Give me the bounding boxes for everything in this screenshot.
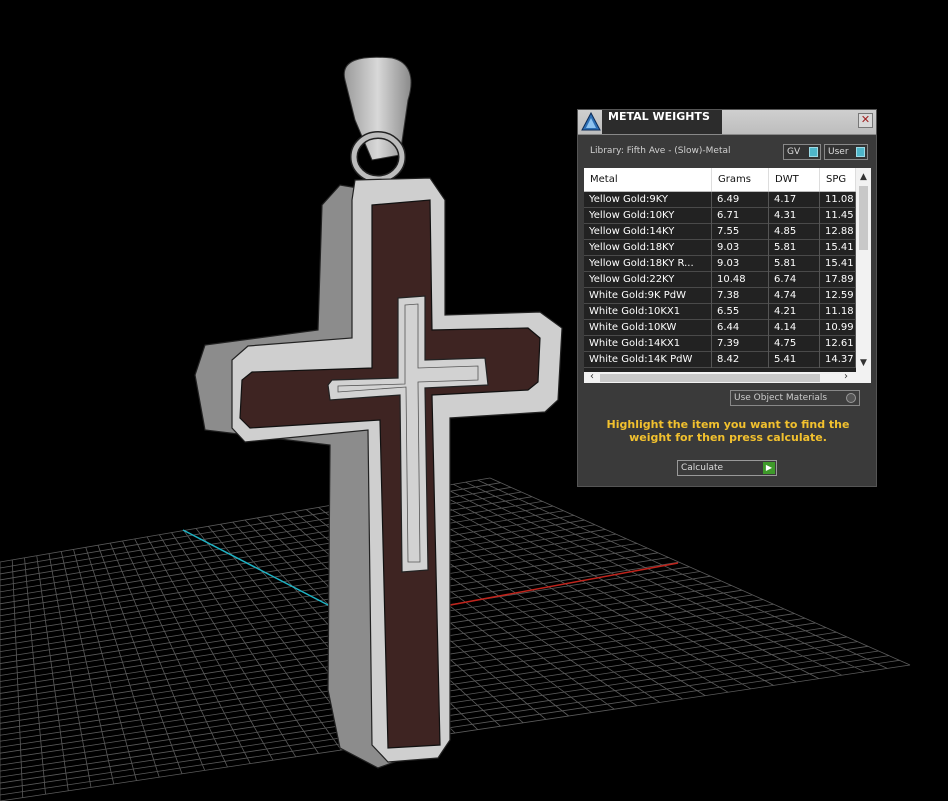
cell-grams: 8.42 bbox=[712, 352, 769, 368]
grid-line bbox=[453, 483, 842, 676]
grid-line bbox=[0, 664, 911, 801]
close-icon[interactable]: ✕ bbox=[858, 113, 873, 128]
scroll-left-icon[interactable]: ‹ bbox=[585, 371, 599, 383]
cell-grams: 7.55 bbox=[712, 224, 769, 240]
cell-dwt: 4.75 bbox=[769, 336, 820, 352]
scroll-up-icon[interactable]: ▲ bbox=[856, 170, 871, 184]
horizontal-scrollbar[interactable]: ‹ › bbox=[584, 371, 871, 383]
scroll-thumb[interactable] bbox=[600, 374, 820, 382]
cell-dwt: 5.81 bbox=[769, 256, 820, 272]
grid-line bbox=[465, 481, 865, 673]
cell-grams: 9.03 bbox=[712, 240, 769, 256]
cell-spg: 14.37 bbox=[820, 352, 856, 368]
play-icon: ▶ bbox=[763, 462, 775, 474]
list-header: Metal Grams DWT SPG bbox=[584, 168, 856, 192]
cell-spg: 17.89 bbox=[820, 272, 856, 288]
cell-metal: Yellow Gold:10KY bbox=[584, 208, 712, 224]
cell-dwt: 4.14 bbox=[769, 320, 820, 336]
cell-metal: White Gold:14KX1 bbox=[584, 336, 712, 352]
table-row[interactable]: White Gold:10KX1 6.55 4.21 11.18 bbox=[584, 304, 856, 320]
gv-toggle[interactable]: GV bbox=[783, 144, 821, 160]
toggle-switch-icon bbox=[809, 147, 818, 157]
gv-toggle-label: GV bbox=[787, 147, 801, 157]
cell-metal: White Gold:14K PdW bbox=[584, 352, 712, 368]
table-row[interactable]: Yellow Gold:22KY 10.48 6.74 17.89 bbox=[584, 272, 856, 288]
metal-weights-panel: METAL WEIGHTS ✕ Library: Fifth Ave - (Sl… bbox=[577, 109, 877, 487]
cell-grams: 7.38 bbox=[712, 288, 769, 304]
cell-spg: 15.41 bbox=[820, 256, 856, 272]
calculate-button[interactable]: Calculate ▶ bbox=[677, 460, 777, 476]
table-row[interactable]: White Gold:9K PdW 7.38 4.74 12.59 bbox=[584, 288, 856, 304]
column-header-metal[interactable]: Metal bbox=[584, 168, 712, 191]
list-rows: Yellow Gold:9KY 6.49 4.17 11.08 Yellow Gold:… bbox=[584, 192, 856, 372]
cell-grams: 9.03 bbox=[712, 256, 769, 272]
scroll-down-icon[interactable]: ▼ bbox=[856, 356, 871, 370]
cell-spg: 11.18 bbox=[820, 304, 856, 320]
cell-dwt: 4.85 bbox=[769, 224, 820, 240]
table-row[interactable]: Yellow Gold:10KY 6.71 4.31 11.45 bbox=[584, 208, 856, 224]
cell-grams: 6.71 bbox=[712, 208, 769, 224]
table-row[interactable]: White Gold:10KW 6.44 4.14 10.99 bbox=[584, 320, 856, 336]
use-object-materials-checkbox[interactable]: Use Object Materials bbox=[730, 390, 860, 406]
cell-metal: Yellow Gold:18KY bbox=[584, 240, 712, 256]
library-label: Library: Fifth Ave - (Slow)-Metal bbox=[590, 146, 731, 156]
instruction-text: Highlight the item you want to find the … bbox=[606, 418, 850, 444]
cell-dwt: 6.74 bbox=[769, 272, 820, 288]
pendant-bail bbox=[343, 56, 412, 183]
cell-spg: 15.41 bbox=[820, 240, 856, 256]
table-row[interactable]: Yellow Gold:18KY R... 9.03 5.81 15.41 bbox=[584, 256, 856, 272]
panel-titlebar[interactable]: METAL WEIGHTS ✕ bbox=[578, 110, 876, 135]
column-header-spg[interactable]: SPG bbox=[820, 168, 856, 191]
scroll-right-icon[interactable]: › bbox=[839, 371, 853, 383]
table-row[interactable]: White Gold:14K PdW 8.42 5.41 14.37 bbox=[584, 352, 856, 368]
calculate-label: Calculate bbox=[681, 463, 724, 473]
cell-spg: 12.61 bbox=[820, 336, 856, 352]
grid-line bbox=[489, 477, 911, 666]
cross-pendant bbox=[194, 177, 563, 769]
table-row[interactable]: Yellow Gold:9KY 6.49 4.17 11.08 bbox=[584, 192, 856, 208]
cell-dwt: 5.81 bbox=[769, 240, 820, 256]
cell-dwt: 4.31 bbox=[769, 208, 820, 224]
panel-title: METAL WEIGHTS bbox=[602, 110, 722, 134]
cell-metal: White Gold:10KX1 bbox=[584, 304, 712, 320]
table-row[interactable]: Yellow Gold:18KY 9.03 5.81 15.41 bbox=[584, 240, 856, 256]
use-object-materials-label: Use Object Materials bbox=[734, 393, 828, 403]
cell-metal: White Gold:9K PdW bbox=[584, 288, 712, 304]
vertical-scrollbar[interactable]: ▲ ▼ bbox=[856, 168, 871, 372]
radio-icon bbox=[846, 393, 856, 403]
cell-grams: 6.44 bbox=[712, 320, 769, 336]
cell-grams: 6.55 bbox=[712, 304, 769, 320]
cell-grams: 10.48 bbox=[712, 272, 769, 288]
cell-spg: 11.45 bbox=[820, 208, 856, 224]
cell-metal: White Gold:10KW bbox=[584, 320, 712, 336]
cell-dwt: 4.17 bbox=[769, 192, 820, 208]
cell-spg: 10.99 bbox=[820, 320, 856, 336]
column-header-dwt[interactable]: DWT bbox=[769, 168, 820, 191]
cell-spg: 12.88 bbox=[820, 224, 856, 240]
cell-metal: Yellow Gold:9KY bbox=[584, 192, 712, 208]
user-toggle[interactable]: User bbox=[824, 144, 868, 160]
user-toggle-label: User bbox=[828, 147, 849, 157]
cell-dwt: 4.74 bbox=[769, 288, 820, 304]
cell-spg: 11.08 bbox=[820, 192, 856, 208]
cell-metal: Yellow Gold:14KY bbox=[584, 224, 712, 240]
cell-grams: 6.49 bbox=[712, 192, 769, 208]
app-logo-icon bbox=[581, 111, 601, 131]
cell-spg: 12.59 bbox=[820, 288, 856, 304]
cell-metal: Yellow Gold:18KY R... bbox=[584, 256, 712, 272]
metal-list: Metal Grams DWT SPG Yellow Gold:9KY 6.49 4… bbox=[584, 168, 871, 383]
column-header-grams[interactable]: Grams bbox=[712, 168, 769, 191]
cell-dwt: 4.21 bbox=[769, 304, 820, 320]
ground-grid bbox=[0, 477, 911, 801]
table-row[interactable]: White Gold:14KX1 7.39 4.75 12.61 bbox=[584, 336, 856, 352]
table-row[interactable]: Yellow Gold:14KY 7.55 4.85 12.88 bbox=[584, 224, 856, 240]
cell-metal: Yellow Gold:22KY bbox=[584, 272, 712, 288]
scroll-thumb[interactable] bbox=[859, 186, 868, 250]
grid-line bbox=[428, 488, 797, 683]
toggle-switch-icon bbox=[856, 147, 865, 157]
cell-grams: 7.39 bbox=[712, 336, 769, 352]
cell-dwt: 5.41 bbox=[769, 352, 820, 368]
